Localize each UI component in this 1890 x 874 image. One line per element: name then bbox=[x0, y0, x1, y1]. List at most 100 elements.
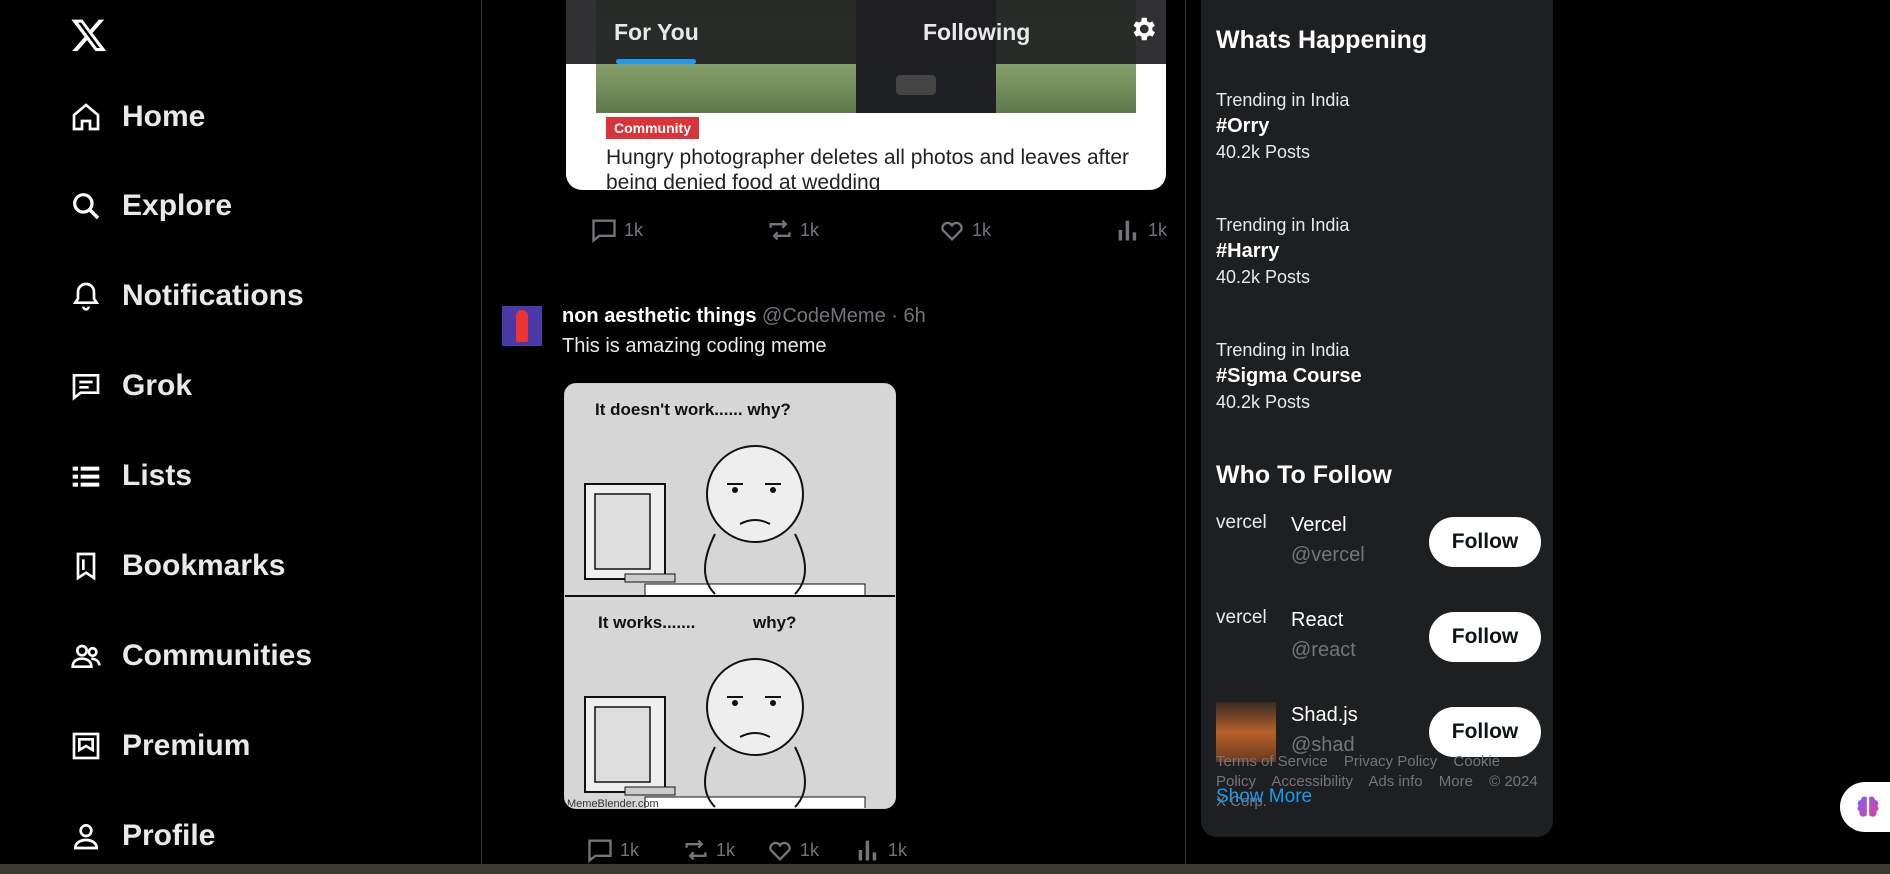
bookmark-icon bbox=[76, 552, 96, 581]
reply-count: 1k bbox=[620, 839, 640, 860]
repost-button[interactable]: 1k bbox=[682, 836, 766, 864]
nav-lists[interactable]: Lists bbox=[70, 450, 192, 502]
meme-panel-top: It doesn't work...... why? bbox=[565, 384, 895, 597]
trend-tag: #Sigma Course bbox=[1216, 365, 1362, 387]
reply-count: 1k bbox=[624, 219, 644, 240]
nav-grok[interactable]: Grok bbox=[70, 360, 192, 412]
nav-home[interactable]: Home bbox=[70, 91, 205, 143]
nav-communities-label: Communities bbox=[122, 639, 313, 672]
author-handle[interactable]: @CodeMeme bbox=[762, 305, 886, 327]
nav-grok-label: Grok bbox=[122, 369, 193, 402]
nav-profile-label: Profile bbox=[122, 819, 216, 852]
right-sidebar: Whats Happening Trending in India #Orry … bbox=[1201, 0, 1553, 837]
trend-item[interactable]: Trending in India #Orry 40.2k Posts bbox=[1216, 90, 1349, 163]
grok-button[interactable] bbox=[1840, 782, 1890, 832]
trend-category: Trending in India bbox=[1216, 340, 1350, 360]
tab-following[interactable]: Following bbox=[857, 0, 1166, 64]
search-icon bbox=[73, 193, 100, 220]
who-to-follow-title: Who To Follow bbox=[1216, 461, 1392, 489]
post-image[interactable]: It doesn't work...... why? It works.....… bbox=[564, 383, 896, 809]
nav-bookmarks-label: Bookmarks bbox=[122, 549, 286, 582]
heart-icon bbox=[769, 841, 791, 861]
nav-explore[interactable]: Explore bbox=[70, 180, 232, 232]
views-button[interactable]: 1k bbox=[1114, 216, 1167, 244]
trend-count: 40.2k Posts bbox=[1216, 142, 1311, 162]
person-icon bbox=[73, 824, 99, 850]
taskbar-edge bbox=[0, 864, 1890, 874]
suggestion-name[interactable]: React bbox=[1291, 609, 1343, 632]
reply-button[interactable]: 1k bbox=[590, 216, 766, 244]
previous-post-actions: 1k 1k 1k 1k bbox=[590, 216, 1167, 244]
trend-category: Trending in India bbox=[1216, 90, 1350, 110]
community-badge: Community bbox=[606, 117, 699, 139]
post-header: non aesthetic things @CodeMeme · 6h bbox=[562, 305, 926, 328]
feed: Community Hungry photographer deletes al… bbox=[482, 0, 1186, 874]
like-button[interactable]: 1k bbox=[766, 836, 854, 864]
ads-info-link[interactable]: Ads info bbox=[1368, 773, 1422, 790]
tab-for-you[interactable]: For You bbox=[566, 0, 857, 64]
active-tab-indicator bbox=[616, 59, 696, 64]
more-link[interactable]: More bbox=[1439, 773, 1473, 790]
avatar[interactable]: vercel bbox=[1216, 512, 1276, 572]
x-logo[interactable] bbox=[70, 16, 108, 54]
reply-button[interactable]: 1k bbox=[586, 836, 682, 864]
author-name[interactable]: non aesthetic things bbox=[562, 305, 756, 327]
terms-link[interactable]: Terms of Service bbox=[1216, 753, 1328, 770]
reply-icon bbox=[588, 839, 612, 863]
trend-item[interactable]: Trending in India #Harry 40.2k Posts bbox=[1216, 215, 1349, 288]
repost-count: 1k bbox=[716, 839, 736, 860]
like-button[interactable]: 1k bbox=[938, 216, 1114, 244]
nav-profile[interactable]: Profile bbox=[70, 810, 215, 862]
bar-chart-icon bbox=[1118, 220, 1137, 241]
nav-bookmarks[interactable]: Bookmarks bbox=[70, 540, 285, 592]
follow-button[interactable]: Follow bbox=[1429, 707, 1541, 757]
follow-button[interactable]: Follow bbox=[1429, 612, 1541, 662]
post-actions: 1k 1k 1k 1k bbox=[586, 836, 907, 864]
home-icon bbox=[72, 103, 100, 131]
nav-notifications-label: Notifications bbox=[122, 279, 304, 312]
nav-premium[interactable]: Premium bbox=[70, 720, 250, 772]
views-button[interactable]: 1k bbox=[854, 836, 907, 864]
repost-count: 1k bbox=[800, 219, 820, 240]
tab-for-you-label: For You bbox=[614, 18, 699, 45]
list-icon bbox=[72, 466, 100, 487]
post-text: This is amazing coding meme bbox=[562, 335, 827, 357]
like-count: 1k bbox=[972, 219, 992, 240]
suggestion-handle[interactable]: @react bbox=[1291, 639, 1356, 662]
avatar[interactable] bbox=[502, 306, 542, 346]
heart-icon bbox=[941, 221, 963, 241]
meme-watermark: MemeBlender.com bbox=[567, 798, 659, 809]
whats-happening-title: Whats Happening bbox=[1216, 26, 1428, 54]
left-navigation: Home Explore Notifications Grok Lists Bo… bbox=[0, 0, 482, 874]
article-headline: Hungry photographer deletes all photos a… bbox=[606, 146, 1130, 190]
trend-count: 40.2k Posts bbox=[1216, 267, 1311, 287]
privacy-link[interactable]: Privacy Policy bbox=[1344, 753, 1437, 770]
repost-icon bbox=[685, 839, 707, 861]
nav-communities[interactable]: Communities bbox=[70, 630, 312, 682]
trend-tag: #Orry bbox=[1216, 115, 1270, 137]
repost-button[interactable]: 1k bbox=[766, 216, 938, 244]
message-icon bbox=[72, 374, 100, 401]
suggestion-handle[interactable]: @vercel bbox=[1291, 544, 1365, 567]
suggestion-name[interactable]: Shad.js bbox=[1291, 704, 1358, 727]
show-more-link[interactable]: Show More bbox=[1216, 786, 1312, 808]
trend-item[interactable]: Trending in India #Sigma Course 40.2k Po… bbox=[1216, 340, 1362, 413]
nav-explore-label: Explore bbox=[122, 189, 233, 222]
gear-icon[interactable] bbox=[1128, 14, 1158, 44]
nav-premium-label: Premium bbox=[122, 729, 251, 762]
premium-icon bbox=[72, 732, 100, 760]
bar-chart-icon bbox=[858, 840, 877, 861]
follow-button[interactable]: Follow bbox=[1429, 517, 1541, 567]
nav-notifications[interactable]: Notifications bbox=[70, 270, 304, 322]
like-count: 1k bbox=[800, 839, 820, 860]
trend-category: Trending in India bbox=[1216, 215, 1350, 235]
reply-icon bbox=[592, 219, 616, 243]
feed-tabs: For You Following bbox=[566, 0, 1166, 64]
meme-panel-bottom: It works....... why? MemeBlender.com bbox=[565, 597, 895, 809]
suggestion-name[interactable]: Vercel bbox=[1291, 514, 1347, 537]
nav-lists-label: Lists bbox=[122, 459, 193, 492]
trend-count: 40.2k Posts bbox=[1216, 392, 1311, 412]
trend-tag: #Harry bbox=[1216, 240, 1280, 262]
avatar[interactable]: vercel bbox=[1216, 607, 1276, 667]
nav-home-label: Home bbox=[122, 100, 206, 133]
